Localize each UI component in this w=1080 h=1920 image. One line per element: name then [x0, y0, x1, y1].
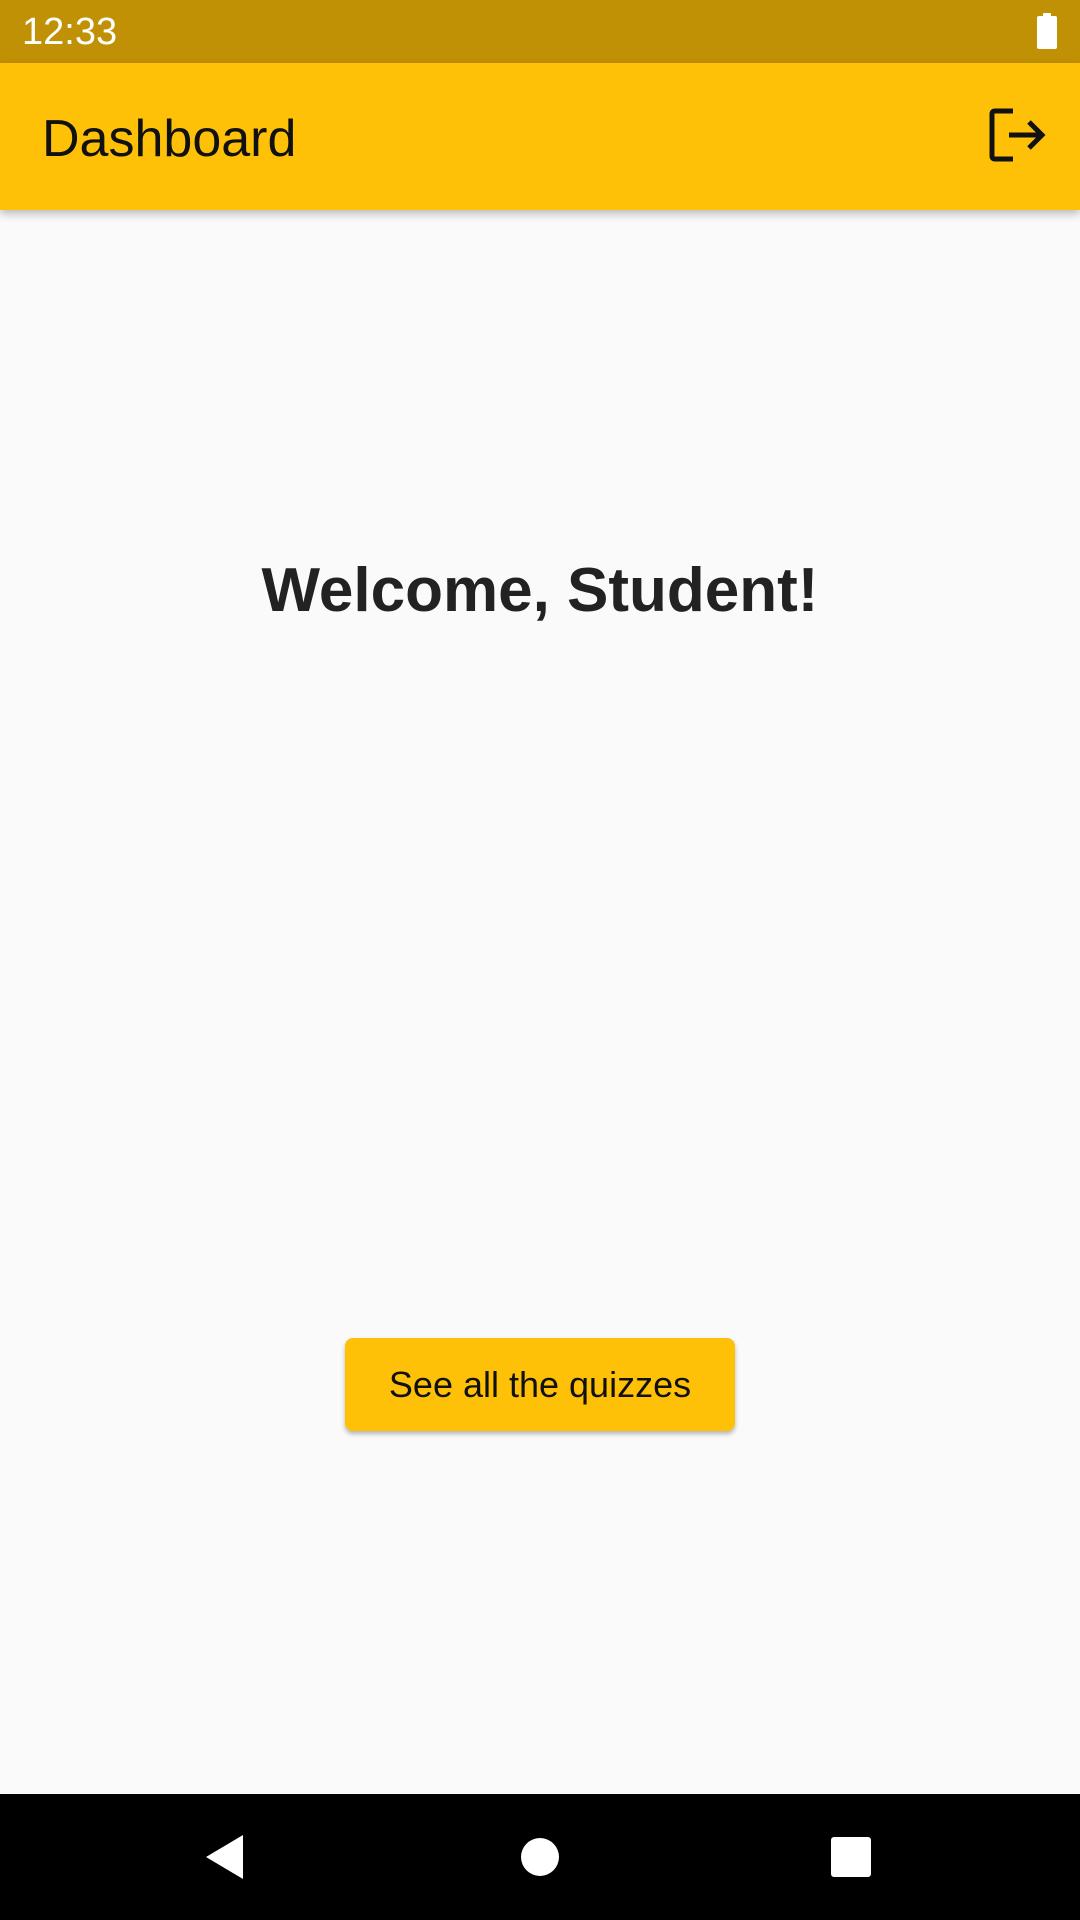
navigation-bar	[0, 1794, 1080, 1920]
logout-button[interactable]	[978, 95, 1058, 175]
back-button[interactable]	[195, 1827, 255, 1887]
home-button[interactable]	[510, 1827, 570, 1887]
back-triangle-icon	[206, 1835, 243, 1879]
recents-button[interactable]	[821, 1827, 881, 1887]
recents-square-icon	[831, 1837, 871, 1877]
see-all-quizzes-button[interactable]: See all the quizzes	[345, 1338, 735, 1431]
home-circle-icon	[521, 1838, 559, 1876]
status-time: 12:33	[22, 11, 118, 53]
welcome-heading: Welcome, Student!	[261, 556, 819, 625]
screen: 12:33 Dashboard Welcome, Student! See al…	[0, 0, 1080, 1920]
page-title: Dashboard	[42, 110, 297, 168]
logout-icon	[989, 108, 1046, 162]
app-bar: Dashboard	[0, 63, 1080, 210]
battery-full-icon	[1037, 13, 1057, 49]
status-bar: 12:33	[0, 0, 1080, 63]
